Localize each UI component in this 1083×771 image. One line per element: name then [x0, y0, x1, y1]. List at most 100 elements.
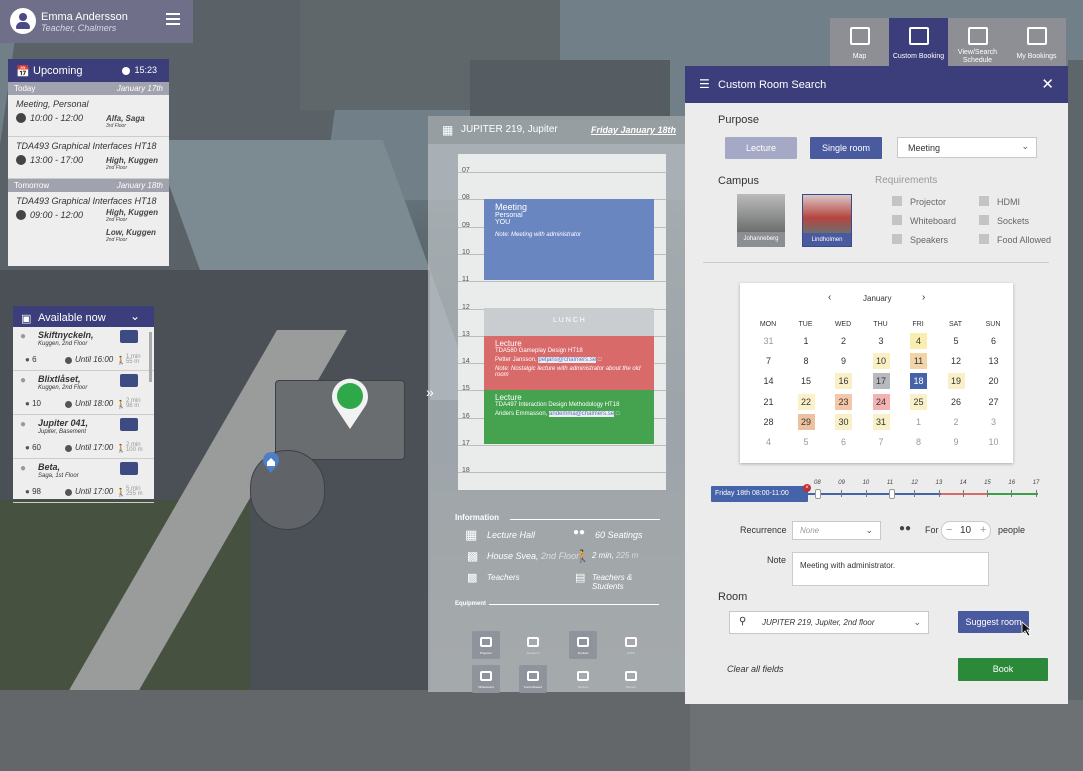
- day-cell[interactable]: 19: [947, 373, 965, 390]
- day-cell[interactable]: 30: [835, 413, 852, 430]
- day-cell[interactable]: 10: [872, 353, 890, 370]
- day-cell[interactable]: 5: [798, 434, 815, 450]
- checkbox-box[interactable]: [892, 234, 902, 244]
- upcoming-event[interactable]: Meeting, Personal 10:00 - 12:00 Alfa, Sa…: [8, 95, 169, 137]
- lecture-block[interactable]: Lecture TDA497 Interaction Design Method…: [484, 390, 654, 444]
- day-cell[interactable]: 5: [948, 333, 965, 349]
- day-cell[interactable]: 2: [948, 414, 965, 430]
- day-cell[interactable]: 9: [948, 434, 965, 450]
- close-icon[interactable]: ✕: [1041, 75, 1054, 93]
- lecture-button[interactable]: Lecture: [725, 137, 797, 159]
- day-cell[interactable]: 12: [948, 353, 965, 369]
- tab-sliders[interactable]: Custom Booking: [889, 18, 948, 66]
- day-cell[interactable]: 3: [873, 333, 890, 349]
- room-search-select[interactable]: ⚲ JUPITER 219, Jupiter, 2nd floor ⌄: [729, 611, 929, 634]
- requirement-checkbox[interactable]: Whiteboard: [892, 215, 956, 226]
- suggest-room-button[interactable]: Suggest room: [958, 611, 1029, 633]
- checkbox-box[interactable]: [892, 215, 902, 225]
- prev-month-icon[interactable]: ‹: [828, 292, 831, 303]
- clear-all-link[interactable]: Clear all fields: [727, 664, 784, 674]
- food-icon[interactable]: Sockets: [569, 665, 597, 693]
- available-header[interactable]: ▣ Available now ⌄: [13, 306, 154, 327]
- day-cell[interactable]: 16: [835, 373, 852, 390]
- scrollbar[interactable]: [149, 332, 152, 382]
- upcoming-event[interactable]: TDA493 Graphical Interfaces HT18 09:00 -…: [8, 192, 169, 252]
- recurrence-select[interactable]: None ⌄: [792, 521, 881, 540]
- day-cell[interactable]: 1: [910, 414, 927, 430]
- tab-map[interactable]: Map: [830, 18, 889, 66]
- book-room-icon[interactable]: [120, 374, 138, 387]
- day-cell[interactable]: 4: [760, 434, 777, 450]
- day-cell[interactable]: 9: [835, 353, 852, 369]
- avatar[interactable]: [10, 8, 36, 34]
- checkbox-box[interactable]: [979, 234, 989, 244]
- requirement-checkbox[interactable]: Food Allowed: [979, 234, 1051, 245]
- campus-johanneberg[interactable]: Johanneberg: [737, 194, 785, 247]
- checkbox-box[interactable]: [979, 196, 989, 206]
- day-cell[interactable]: 21: [760, 394, 777, 410]
- day-cell[interactable]: 8: [798, 353, 815, 369]
- day-cell[interactable]: 15: [798, 373, 815, 389]
- upcoming-event[interactable]: TDA493 Graphical Interfaces HT18 13:00 -…: [8, 137, 169, 179]
- people-stepper[interactable]: − 10 +: [941, 521, 991, 540]
- note-field[interactable]: Meeting with administrator.: [792, 552, 989, 586]
- day-cell[interactable]: 13: [985, 353, 1002, 369]
- speakers-icon[interactable]: Speakers: [519, 631, 547, 659]
- home-pin-icon[interactable]: [262, 452, 280, 474]
- day-cell[interactable]: 1: [798, 333, 815, 349]
- plus-icon[interactable]: +: [980, 524, 986, 536]
- whiteboard-icon[interactable]: Sockets: [569, 631, 597, 659]
- day-cell[interactable]: 8: [910, 434, 927, 450]
- day-cell[interactable]: 6: [985, 333, 1002, 349]
- slider-handle-start[interactable]: [815, 489, 821, 499]
- minus-icon[interactable]: −: [946, 524, 952, 536]
- detail-date[interactable]: Friday January 18th: [591, 125, 676, 135]
- day-cell[interactable]: 28: [760, 414, 777, 430]
- single-room-button[interactable]: Single room: [810, 137, 882, 159]
- day-cell[interactable]: 25: [910, 393, 927, 410]
- day-cell[interactable]: 22: [797, 393, 815, 410]
- book-button[interactable]: Book: [958, 658, 1048, 681]
- day-cell[interactable]: 4: [910, 333, 927, 349]
- block-email[interactable]: petjans@chalmers.se: [538, 357, 597, 363]
- day-cell[interactable]: 7: [760, 353, 777, 369]
- tab-calendar-search[interactable]: View/Search Schedule: [948, 18, 1007, 66]
- day-cell[interactable]: 2: [835, 333, 852, 349]
- checkbox-box[interactable]: [892, 196, 902, 206]
- available-room-item[interactable]: ● Blixtlåset, Kuggen, 2nd Floor ● 10 Until 1…: [13, 371, 154, 415]
- day-cell[interactable]: 17: [872, 373, 890, 390]
- requirement-checkbox[interactable]: Sockets: [979, 215, 1029, 226]
- copy-icon[interactable]: □: [598, 357, 602, 363]
- sockets-icon[interactable]: Food Allowed: [519, 665, 547, 693]
- book-room-icon[interactable]: [120, 462, 138, 475]
- requirement-checkbox[interactable]: Speakers: [892, 234, 948, 245]
- campus-lindholmen[interactable]: Lindholmen: [802, 194, 852, 247]
- meeting-block[interactable]: Meeting Personal YOU Note: Meeting with …: [484, 199, 654, 280]
- day-cell[interactable]: 11: [910, 353, 927, 370]
- available-room-item[interactable]: ● Skiftnyckeln, Kuggen, 2nd Floor ● 6 Until …: [13, 327, 154, 371]
- day-cell[interactable]: 14: [760, 373, 777, 389]
- day-cell[interactable]: 10: [985, 434, 1002, 450]
- hdmi-icon[interactable]: Whiteboard: [472, 665, 500, 693]
- day-cell[interactable]: 6: [835, 434, 852, 450]
- day-cell[interactable]: 18: [910, 373, 927, 390]
- block-email[interactable]: andemma@chalmers.se: [549, 411, 615, 417]
- day-cell[interactable]: 7: [873, 434, 890, 450]
- day-cell[interactable]: 29: [797, 413, 815, 430]
- sockets-icon[interactable]: HDMI: [617, 631, 645, 659]
- day-cell[interactable]: 24: [872, 393, 890, 410]
- hamburger-menu-icon[interactable]: [166, 13, 180, 27]
- projector-icon[interactable]: Projector: [472, 631, 500, 659]
- next-month-icon[interactable]: ›: [922, 292, 925, 303]
- day-cell[interactable]: 31: [872, 413, 890, 430]
- book-room-icon[interactable]: [120, 330, 138, 343]
- day-cell[interactable]: 20: [985, 373, 1002, 389]
- expand-icon[interactable]: »: [426, 384, 434, 400]
- day-cell[interactable]: 23: [835, 393, 852, 410]
- time-slider[interactable]: Friday 18th 08:00-11:00 08 09 10 11 12 13 14 15 1…: [711, 480, 1041, 510]
- copy-icon[interactable]: □: [616, 411, 620, 417]
- day-cell[interactable]: 31: [760, 333, 777, 349]
- requirement-checkbox[interactable]: HDMI: [979, 196, 1020, 207]
- day-cell[interactable]: 26: [948, 394, 965, 410]
- lecture-block[interactable]: Lecture TDA580 Gameplay Design HT18 Pett…: [484, 336, 654, 390]
